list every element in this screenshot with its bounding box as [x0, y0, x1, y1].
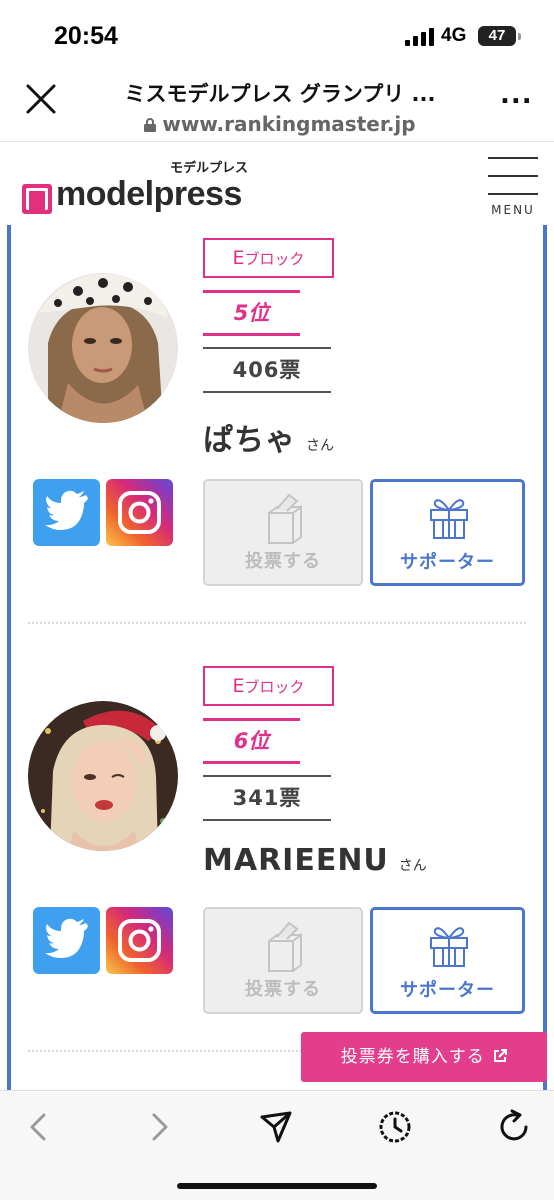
url-display[interactable]: www.rankingmaster.jp [100, 112, 460, 136]
menu-label: MENU [491, 203, 535, 217]
twitter-button[interactable] [33, 479, 100, 546]
url-text: www.rankingmaster.jp [162, 112, 416, 136]
rank-label: 6位 [203, 718, 300, 764]
block-letter: E [232, 675, 245, 697]
block-tag: Eブロック [203, 238, 334, 278]
more-icon[interactable]: ... [500, 80, 533, 110]
avatar[interactable] [28, 273, 178, 423]
modelpress-logo[interactable]: モデルプレス modelpress [22, 157, 252, 217]
twitter-button[interactable] [33, 907, 100, 974]
vote-button[interactable]: 投票する [203, 479, 363, 586]
vote-button[interactable]: 投票する [203, 907, 363, 1014]
list-item: Eブロック 6位 341票 MARIEENU さん 投票する サポーター [0, 653, 554, 1053]
page-title: ミスモデルプレス グランプリ ... [124, 82, 436, 106]
site-header: モデルプレス modelpress MENU [0, 143, 554, 225]
menu-bar [488, 175, 538, 177]
gift-icon [430, 927, 468, 967]
avatar[interactable] [28, 701, 178, 851]
logo-small-text: モデルプレス [170, 161, 249, 176]
twitter-icon [45, 918, 88, 958]
lock-icon [144, 118, 157, 132]
contestant-name-text: ぱちゃ [203, 423, 296, 458]
vote-button-label: 投票する [245, 979, 321, 1000]
rank-label: 5位 [203, 290, 300, 336]
reload-icon[interactable] [496, 1109, 532, 1145]
instagram-icon [118, 491, 161, 534]
supporter-button-label: サポーター [400, 552, 495, 573]
ranking-list: Eブロック 5位 406票 ぱちゃ さん 投票する サポーター Eブロック 6位… [0, 225, 554, 1090]
history-icon[interactable] [377, 1109, 413, 1145]
honorific: さん [306, 438, 334, 454]
block-suffix: ブロック [244, 250, 305, 268]
external-link-icon [494, 1049, 508, 1062]
buy-ticket-button[interactable]: 投票券を購入する [301, 1032, 547, 1082]
twitter-icon [45, 490, 88, 530]
block-letter: E [232, 247, 245, 269]
vote-count: 406票 [203, 347, 331, 393]
close-icon[interactable] [24, 82, 58, 116]
supporter-button[interactable]: サポーター [370, 907, 525, 1014]
block-suffix: ブロック [244, 678, 305, 696]
network-type: 4G [441, 25, 467, 46]
status-time: 20:54 [54, 22, 118, 50]
status-bar: 20:54 4G 47 [0, 0, 554, 70]
browser-toolbar [0, 1090, 554, 1200]
buy-ticket-label: 投票券を購入する [340, 1047, 485, 1067]
contestant-name: ぱちゃ さん [203, 415, 334, 459]
share-icon[interactable] [258, 1109, 294, 1145]
signal-icon [405, 28, 434, 46]
supporter-button[interactable]: サポーター [370, 479, 525, 586]
ballot-box-icon [268, 921, 302, 972]
battery-icon: 47 [478, 26, 521, 46]
home-indicator[interactable] [177, 1183, 377, 1189]
block-tag: Eブロック [203, 666, 334, 706]
divider [28, 622, 526, 624]
menu-bar [488, 157, 538, 159]
contestant-name: MARIEENU さん [203, 843, 427, 878]
menu-button[interactable]: MENU [488, 155, 538, 223]
screen: 20:54 4G 47 ミスモデルプレス グランプリ ... www.ranki… [0, 0, 554, 1200]
supporter-button-label: サポーター [400, 980, 495, 1001]
logo-word: modelpress [56, 175, 242, 213]
battery-level: 47 [488, 27, 506, 44]
vote-count: 341票 [203, 775, 331, 821]
logo-mark [22, 184, 52, 214]
back-icon[interactable] [22, 1109, 58, 1145]
gift-icon [430, 499, 468, 539]
honorific: さん [398, 858, 427, 874]
vote-button-label: 投票する [245, 551, 321, 572]
forward-icon[interactable] [140, 1109, 176, 1145]
menu-bar [488, 193, 538, 195]
instagram-button[interactable] [106, 907, 173, 974]
instagram-icon [118, 919, 161, 962]
list-item: Eブロック 5位 406票 ぱちゃ さん 投票する サポーター [0, 225, 554, 625]
contestant-name-text: MARIEENU [203, 843, 389, 878]
browser-address-bar: ミスモデルプレス グランプリ ... www.rankingmaster.jp … [0, 70, 554, 142]
ballot-box-icon [268, 493, 302, 544]
instagram-button[interactable] [106, 479, 173, 546]
